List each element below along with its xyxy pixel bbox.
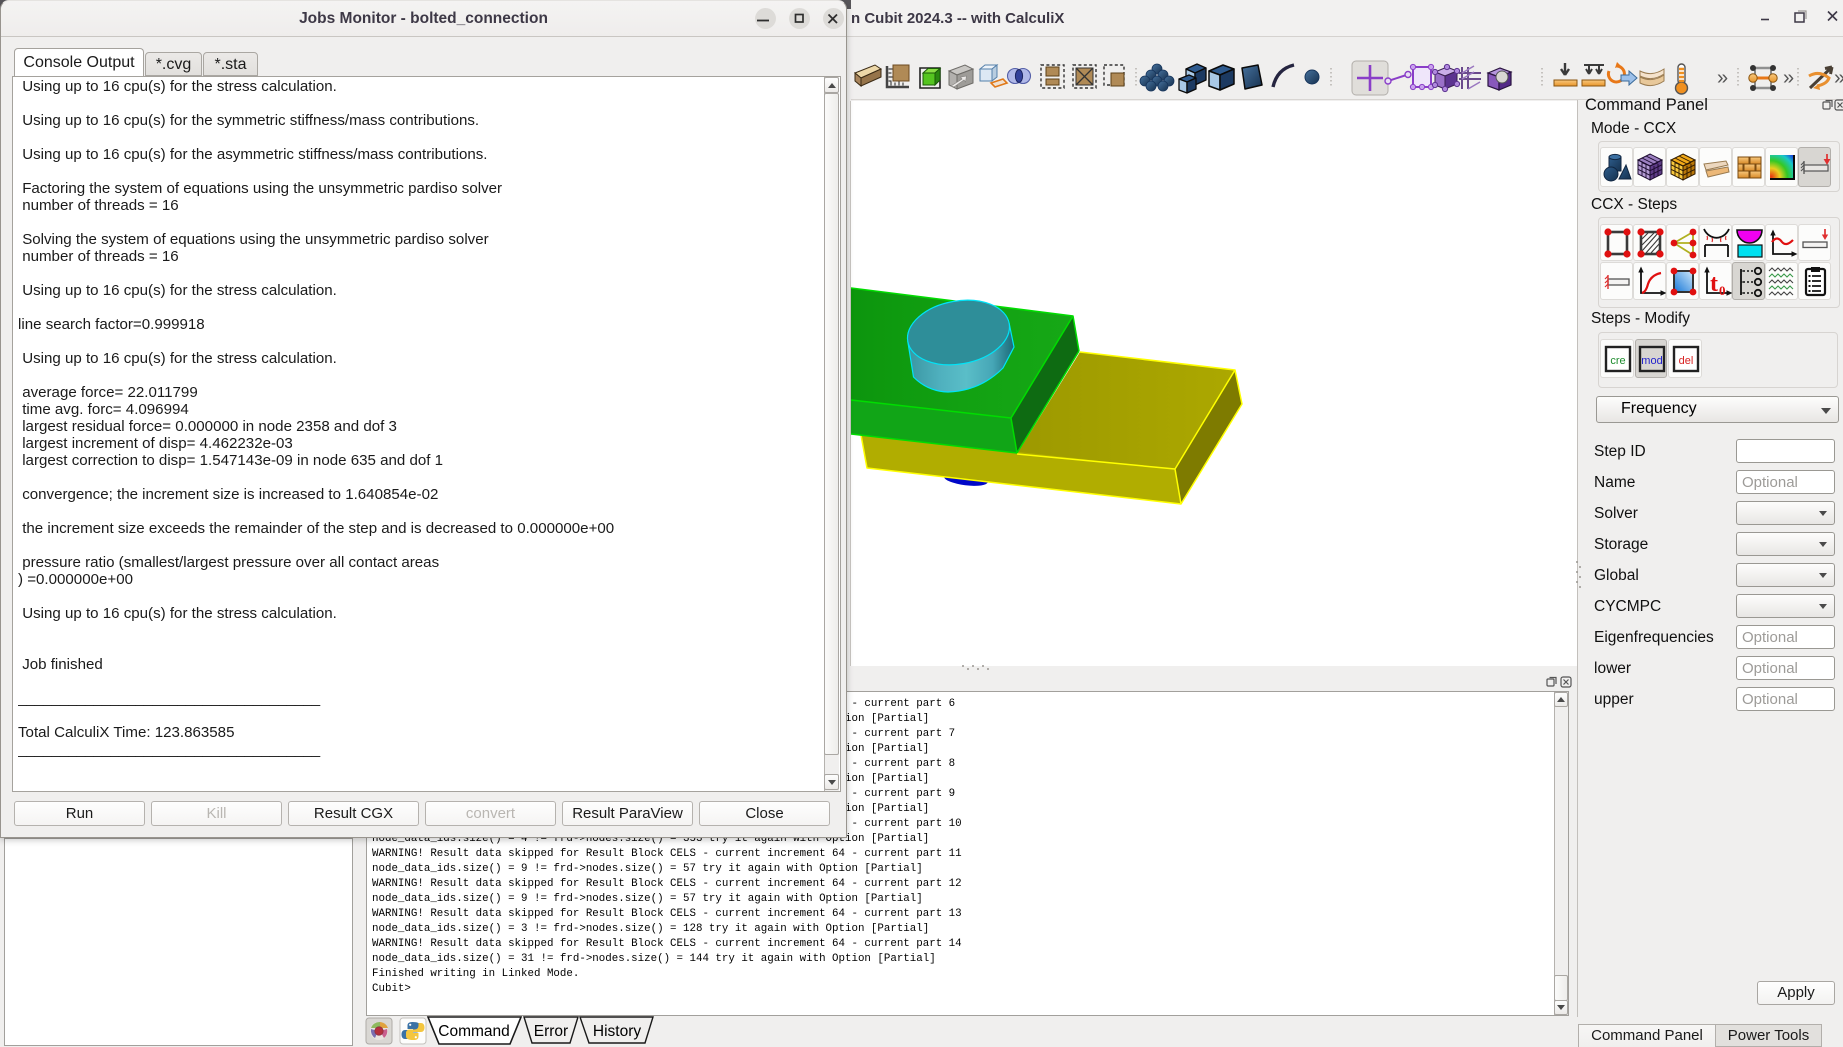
svg-text:»: »	[1783, 67, 1794, 89]
svg-text:»: »	[1834, 67, 1843, 89]
svg-text:del: del	[1679, 355, 1694, 367]
svg-text:t: t	[1710, 271, 1718, 297]
svg-text:cre: cre	[1610, 355, 1625, 367]
svg-text:»: »	[1717, 67, 1728, 89]
svg-text:0: 0	[1719, 283, 1726, 298]
svg-text:Error: Error	[534, 1023, 568, 1040]
svg-text:History: History	[593, 1023, 641, 1040]
svg-text:Command: Command	[438, 1023, 510, 1040]
svg-text:mod: mod	[1641, 355, 1662, 367]
